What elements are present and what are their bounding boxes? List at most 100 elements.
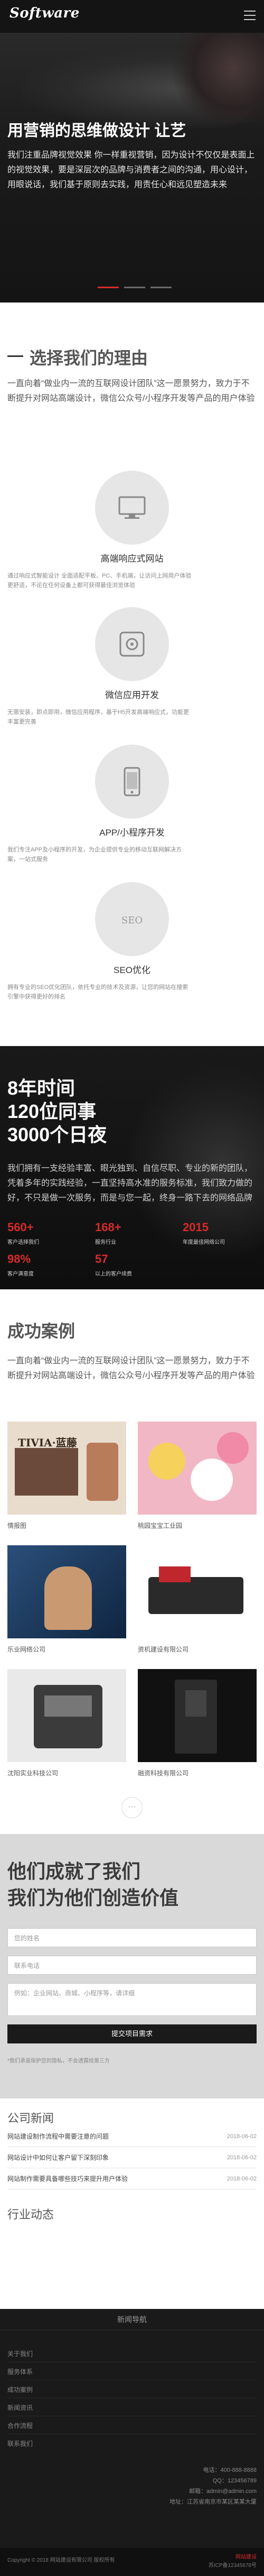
case-card[interactable]: 沈阳实业科技公司 [7, 1669, 126, 1777]
case-image-text: TIVIA·蓝藤 [18, 1436, 77, 1449]
contact-form-section: 他们成就了我们 我们为他们创造价值 您的姓名 联系电话 例如：企业网站、商城、小… [0, 1834, 264, 2098]
case-thumbnail [138, 1545, 257, 1638]
news-title[interactable]: 网站制作需要具备哪些技巧来提升用户体验 [7, 2175, 128, 2183]
feature-icon-circle: SEO [95, 882, 169, 956]
stat-number: 560+ [7, 1221, 34, 1234]
hero-description: 我们注重品牌视觉效果 你一样重视营销，因为设计不仅仅是表面上的视觉效果，要是深层… [7, 151, 255, 189]
case-name: 情报图 [7, 1522, 27, 1529]
phone-field[interactable]: 联系电话 [7, 1956, 257, 1975]
case-name: 桃园宝宝工业园 [138, 1522, 183, 1529]
name-field[interactable]: 您的姓名 [7, 1928, 257, 1947]
case-thumbnail: TIVIA·蓝藤 [7, 1422, 126, 1515]
svg-text:SEO: SEO [121, 915, 143, 926]
case-name: 资机建设有限公司 [138, 1646, 189, 1653]
news-item[interactable]: 网站建设制作流程中需要注意的问题 2018-06-02 [7, 2126, 257, 2147]
case-card[interactable]: 融资科技有限公司 [138, 1669, 257, 1777]
footer-link[interactable]: 成功案例 [7, 2385, 33, 2394]
load-more-button[interactable]: ··· [121, 1797, 143, 1818]
carousel-dots [98, 287, 172, 289]
feature-icon-circle [95, 745, 169, 819]
case-name: 融资科技有限公司 [138, 1770, 189, 1777]
form-title-line: 他们成就了我们 [7, 1860, 141, 1882]
footer-link[interactable]: 合作流程 [7, 2421, 33, 2430]
stat-label: 以上的客户续费 [95, 1271, 132, 1277]
stats-band: 8年时间 120位同事 3000个日夜 我们拥有一支经验丰富、眼光独到、自信尽职… [0, 1046, 264, 1289]
site-footer: 新闻导航 关于我们 服务体系 成功案例 新闻资讯 合作流程 联系我们 电话：40… [0, 2309, 264, 2576]
news-item[interactable]: 网站制作需要具备哪些技巧来提升用户体验 2018-06-02 [7, 2168, 257, 2189]
hero-title: 用营销的思维做设计 让艺 [7, 122, 186, 140]
privacy-note: *我们承诺保护您的隐私，不会透露给第三方 [7, 2058, 110, 2064]
footer-link[interactable]: 新闻资讯 [7, 2403, 33, 2412]
stats-line: 120位同事 [7, 1101, 97, 1122]
footer-link[interactable]: 服务体系 [7, 2367, 33, 2376]
feature-description: 拥有专业的SEO优化团队，依托专业的技术及资源，让您的网站在搜索引擎中获得更好的… [7, 984, 188, 1000]
feature-name: 高端响应式网站 [100, 554, 164, 564]
stat-item: 57 以上的客户续费 [95, 1252, 174, 1277]
hero-banner: 用营销的思维做设计 让艺 我们注重品牌视觉效果 你一样重视营销，因为设计不仅仅是… [0, 33, 264, 302]
stat-item: 560+ 客户选择我们 [7, 1221, 87, 1245]
footer-right-links: 网站建设 苏ICP备12345678号 [209, 2553, 257, 2570]
footer-link[interactable]: 联系我们 [7, 2439, 33, 2448]
feature-icon-circle [95, 471, 169, 545]
footer-link[interactable]: 关于我们 [7, 2349, 33, 2358]
stat-number: 57 [95, 1252, 108, 1266]
wechat-app-icon [119, 631, 145, 657]
why-us-intro: 一直向着“做业内一流的互联网设计团队”这一愿景努力，致力于不断提升对网站高端设计… [7, 379, 255, 403]
case-name: 沈阳实业科技公司 [7, 1770, 59, 1777]
hero-background-glow [164, 33, 264, 123]
case-card[interactable]: 资机建设有限公司 [138, 1545, 257, 1654]
footer-email: 邮箱：admin@admin.com [189, 2488, 257, 2495]
icp-number[interactable]: 苏ICP备12345678号 [209, 2562, 257, 2570]
stat-item: 98% 客户满意度 [7, 1252, 87, 1277]
requirement-field[interactable]: 例如：企业网站、商城、小程序等，请详细 [7, 1983, 257, 2016]
case-card[interactable]: 乐业网络公司 [7, 1545, 126, 1654]
news-date: 2018-06-02 [227, 2155, 257, 2161]
feature-name: 微信应用开发 [105, 690, 159, 700]
feature-icon-circle [95, 607, 169, 681]
monitor-icon [118, 496, 146, 519]
stats-line: 8年时间 [7, 1077, 76, 1099]
stats-line: 3000个日夜 [7, 1124, 107, 1145]
carousel-dot[interactable] [124, 287, 145, 288]
footer-right-link[interactable]: 网站建设 [209, 2553, 257, 2562]
feature-description: 无需安装，即点即用，微信应用程序，基于H5开发高端响应式，功能更丰富更完善 [7, 709, 190, 725]
carousel-dot[interactable] [150, 287, 172, 288]
case-thumbnail [7, 1545, 126, 1638]
stats-description: 我们拥有一支经验丰富、眼光独到、自信尽职、专业的新的团队，凭着多年的实践经验，一… [7, 1164, 253, 1203]
news-item[interactable]: 网站设计中如何让客户留下深刻印象 2018-06-02 [7, 2147, 257, 2168]
footer-qq: QQ：123456789 [212, 2478, 257, 2484]
site-logo[interactable]: Software [10, 5, 80, 21]
stat-number: 98% [7, 1252, 31, 1266]
footer-bottom-bar: Copyright © 2018 网站建设有限公司 版权所有 网站建设 苏ICP… [0, 2548, 264, 2576]
hamburger-menu-icon[interactable] [244, 11, 256, 20]
carousel-dot[interactable] [98, 287, 119, 288]
stat-label: 客户满意度 [7, 1271, 34, 1277]
stat-number: 168+ [95, 1221, 121, 1234]
stat-label: 年度最佳网络公司 [183, 1240, 225, 1245]
case-thumbnail [138, 1422, 257, 1515]
news-title[interactable]: 网站设计中如何让客户留下深刻印象 [7, 2154, 109, 2161]
form-title-line: 我们为他们创造价值 [7, 1887, 179, 1909]
case-name: 乐业网络公司 [7, 1646, 46, 1653]
section-accent-bar [7, 355, 23, 357]
stats-heading: 8年时间 120位同事 3000个日夜 [7, 1077, 107, 1147]
copyright-text: Copyright © 2018 网站建设有限公司 版权所有 [7, 2557, 115, 2563]
industry-news-heading[interactable]: 行业动态 [7, 2205, 54, 2222]
footer-address: 地址：江苏省南京市某区某某大厦 [169, 2499, 257, 2505]
stat-item: 168+ 服务行业 [95, 1221, 174, 1245]
case-card[interactable]: TIVIA·蓝藤 情报图 [7, 1422, 126, 1530]
cases-title: 成功案例 [7, 1322, 76, 1341]
feature-description: 通过响应式智能设计 全面适配平板、PC、手机端，让访问上网用户体验更舒适，不论在… [7, 573, 192, 589]
top-navbar: Software [0, 0, 264, 33]
news-date: 2018-06-02 [227, 2176, 257, 2182]
news-title[interactable]: 网站建设制作流程中需要注意的问题 [7, 2133, 109, 2140]
case-card[interactable]: 桃园宝宝工业园 [138, 1422, 257, 1530]
form-title: 他们成就了我们 我们为他们创造价值 [7, 1858, 178, 1911]
feature-name: SEO优化 [114, 965, 150, 975]
submit-button[interactable]: 提交项目需求 [7, 2024, 257, 2043]
feature-name: APP/小程序开发 [99, 828, 165, 838]
mobile-phone-icon [124, 767, 140, 796]
stat-label: 客户选择我们 [7, 1240, 39, 1245]
news-date: 2018-06-02 [227, 2133, 257, 2140]
company-news-heading[interactable]: 公司新闻 [7, 2109, 54, 2126]
